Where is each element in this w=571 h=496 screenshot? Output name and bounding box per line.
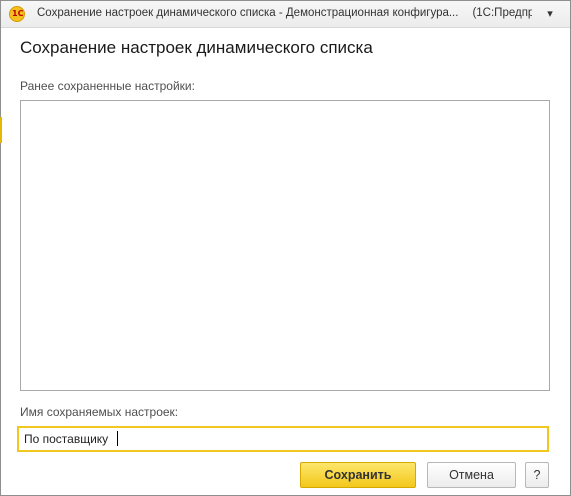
text-caret	[117, 431, 118, 446]
saved-settings-label: Ранее сохраненные настройки:	[20, 79, 195, 93]
title-bar[interactable]: 1С Сохранение настроек динамического спи…	[1, 1, 570, 28]
save-button[interactable]: Сохранить	[300, 462, 416, 488]
1c-logo-icon[interactable]: 1С	[9, 6, 25, 22]
window-title: Сохранение настроек динамического списка…	[37, 7, 532, 19]
window-app-name: (1С:Предприятие)	[472, 7, 532, 19]
cancel-button[interactable]: Отмена	[427, 462, 516, 488]
window-menu-chevron-icon[interactable]: ▾	[539, 6, 561, 22]
settings-name-input[interactable]	[17, 426, 549, 452]
dialog-window: 1С Сохранение настроек динамического спи…	[0, 0, 571, 496]
settings-name-label: Имя сохраняемых настроек:	[20, 405, 179, 419]
window-edge-marker	[0, 117, 2, 143]
window-title-text: Сохранение настроек динамического списка…	[37, 7, 459, 19]
saved-settings-list[interactable]	[20, 100, 550, 391]
help-button[interactable]: ?	[525, 462, 549, 488]
logo-glyph: 1С	[12, 9, 24, 18]
form-heading: Сохранение настроек динамического списка	[20, 38, 373, 57]
